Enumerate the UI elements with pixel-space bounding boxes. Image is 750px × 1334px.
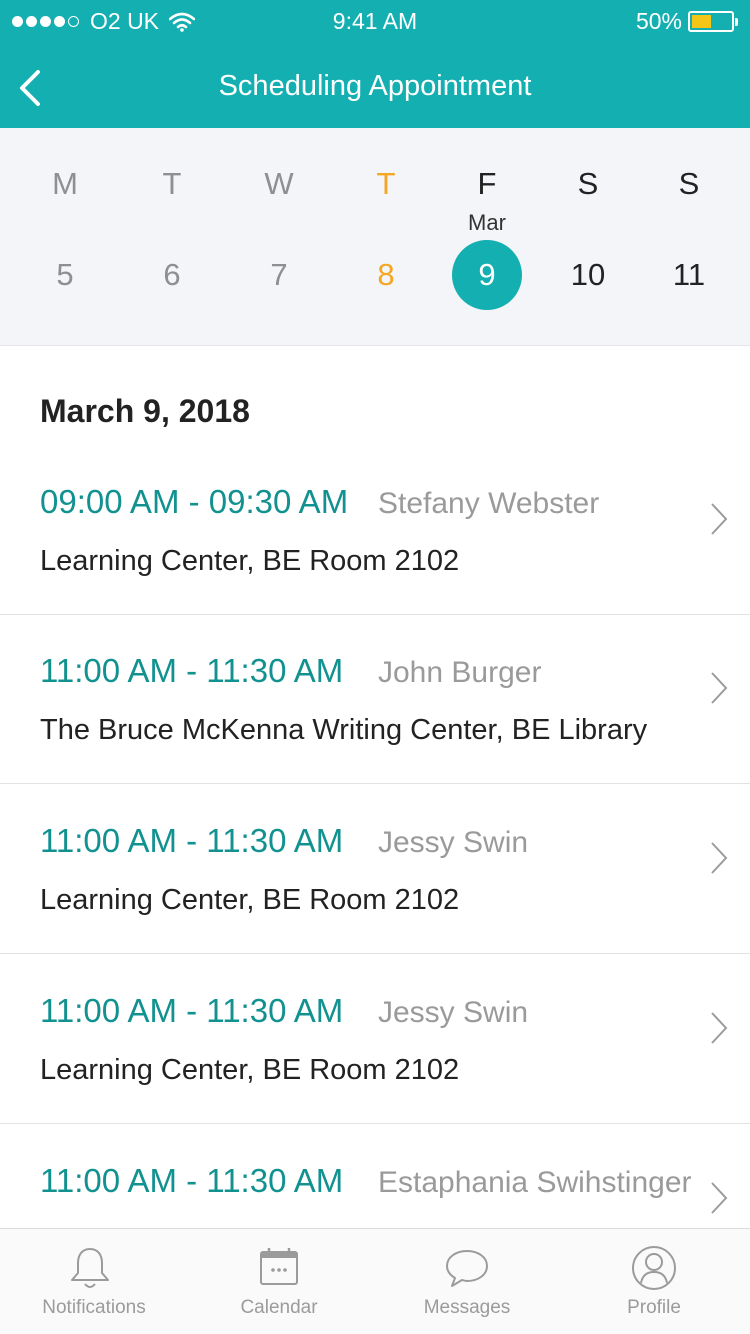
battery-icon bbox=[688, 11, 738, 32]
day-cell[interactable]: W7 bbox=[234, 128, 324, 346]
day-letter: T bbox=[376, 166, 396, 201]
battery-percentage: 50% bbox=[635, 8, 682, 34]
advisor-name: Stefany Webster bbox=[378, 487, 600, 520]
day-cell[interactable]: S 11 bbox=[644, 128, 734, 346]
appointment-row[interactable]: 11:00 AM - 11:30 AM Jessy Swin Learning Ce… bbox=[0, 784, 750, 954]
day-number: 10 bbox=[570, 257, 606, 292]
appointment-row[interactable]: 11:00 AM - 11:30 AM Jessy Swin Learning Ce… bbox=[0, 954, 750, 1124]
app-screen: O2 UK 9:41 AM 50% Scheduling Appointment… bbox=[0, 0, 750, 1334]
day-number: 8 bbox=[377, 257, 395, 292]
calendar-icon bbox=[260, 1248, 298, 1285]
appointment-row[interactable]: 11:00 AM - 11:30 AM John Burger The Bruce … bbox=[0, 614, 750, 784]
appointment-location: Learning Center, BE Room 2102 bbox=[40, 1054, 460, 1086]
day-number: 11 bbox=[672, 257, 706, 292]
day-letter: S bbox=[678, 166, 700, 201]
day-cell[interactable]: F Mar 9 bbox=[442, 128, 532, 346]
status-bar: O2 UK 9:41 AM 50% bbox=[0, 0, 750, 44]
appointment-row[interactable]: 09:00 AM - 09:30 AM Stefany Webster Learni… bbox=[0, 445, 750, 615]
appointment-time: 11:00 AM - 11:30 AM bbox=[40, 1162, 344, 1199]
day-letter: S bbox=[577, 166, 599, 201]
appointment-time: 11:00 AM - 11:30 AM bbox=[40, 822, 344, 859]
header: O2 UK 9:41 AM 50% Scheduling Appointment bbox=[0, 0, 750, 128]
chevron-right-icon bbox=[711, 1012, 728, 1044]
selected-day-number: 9 bbox=[452, 240, 522, 310]
day-cell[interactable]: T6 bbox=[127, 128, 217, 346]
appointment-time: 11:00 AM - 11:30 AM bbox=[40, 652, 344, 689]
advisor-name: Jessy Swin bbox=[378, 996, 529, 1029]
bell-icon bbox=[71, 1248, 109, 1288]
profile-icon bbox=[632, 1246, 676, 1290]
day-letter: M bbox=[52, 166, 78, 201]
chevron-right-icon bbox=[711, 672, 728, 704]
appointment-location: The Bruce McKenna Writing Center, BE Lib… bbox=[40, 714, 648, 746]
day-letter: W bbox=[264, 166, 294, 201]
appointment-location: Learning Center, BE Room 2102 bbox=[40, 545, 460, 577]
tab-label: Messages bbox=[423, 1297, 511, 1318]
tab-profile[interactable]: Profile bbox=[560, 1229, 748, 1334]
day-number: 7 bbox=[270, 257, 288, 292]
appointment-location: Learning Center, BE Room 2102 bbox=[40, 884, 460, 916]
advisor-name: John Burger bbox=[378, 656, 542, 689]
chevron-right-icon bbox=[711, 842, 728, 874]
appointment-time: 09:00 AM - 09:30 AM bbox=[40, 483, 349, 520]
day-cell[interactable]: M5 bbox=[20, 128, 110, 346]
tab-calendar[interactable]: Calendar bbox=[185, 1229, 373, 1334]
tab-messages[interactable]: Messages bbox=[373, 1229, 561, 1334]
tab-label: Profile bbox=[627, 1297, 681, 1318]
day-number: 6 bbox=[163, 257, 181, 292]
advisor-name: Jessy Swin bbox=[378, 826, 529, 859]
date-heading: March 9, 2018 bbox=[40, 393, 250, 429]
day-letter: F bbox=[477, 166, 497, 201]
tab-notifications[interactable]: Notifications bbox=[0, 1229, 188, 1334]
day-cell[interactable]: S 10 bbox=[543, 128, 633, 346]
chevron-right-icon bbox=[711, 1182, 728, 1214]
day-letter: T bbox=[162, 166, 182, 201]
chevron-right-icon bbox=[711, 503, 728, 535]
day-number: 5 bbox=[56, 257, 74, 292]
battery-fill bbox=[692, 15, 711, 28]
status-right: 50% bbox=[635, 8, 738, 35]
tab-label: Notifications bbox=[42, 1297, 146, 1318]
day-cell[interactable]: T8 bbox=[341, 128, 431, 346]
page-title: Scheduling Appointment bbox=[218, 70, 532, 102]
tab-label: Calendar bbox=[240, 1297, 318, 1318]
tab-bar: Notifications Calendar Messages Profile bbox=[0, 1228, 750, 1334]
advisor-name: Estaphania Swihstinger bbox=[378, 1166, 692, 1199]
appointment-time: 11:00 AM - 11:30 AM bbox=[40, 992, 344, 1029]
week-calendar-strip: M 5 T 6 W 7 T 8 F Mar 9 S 10 S 11 bbox=[0, 128, 750, 346]
chat-bubble-icon bbox=[446, 1250, 488, 1287]
month-label: Mar bbox=[468, 210, 506, 235]
